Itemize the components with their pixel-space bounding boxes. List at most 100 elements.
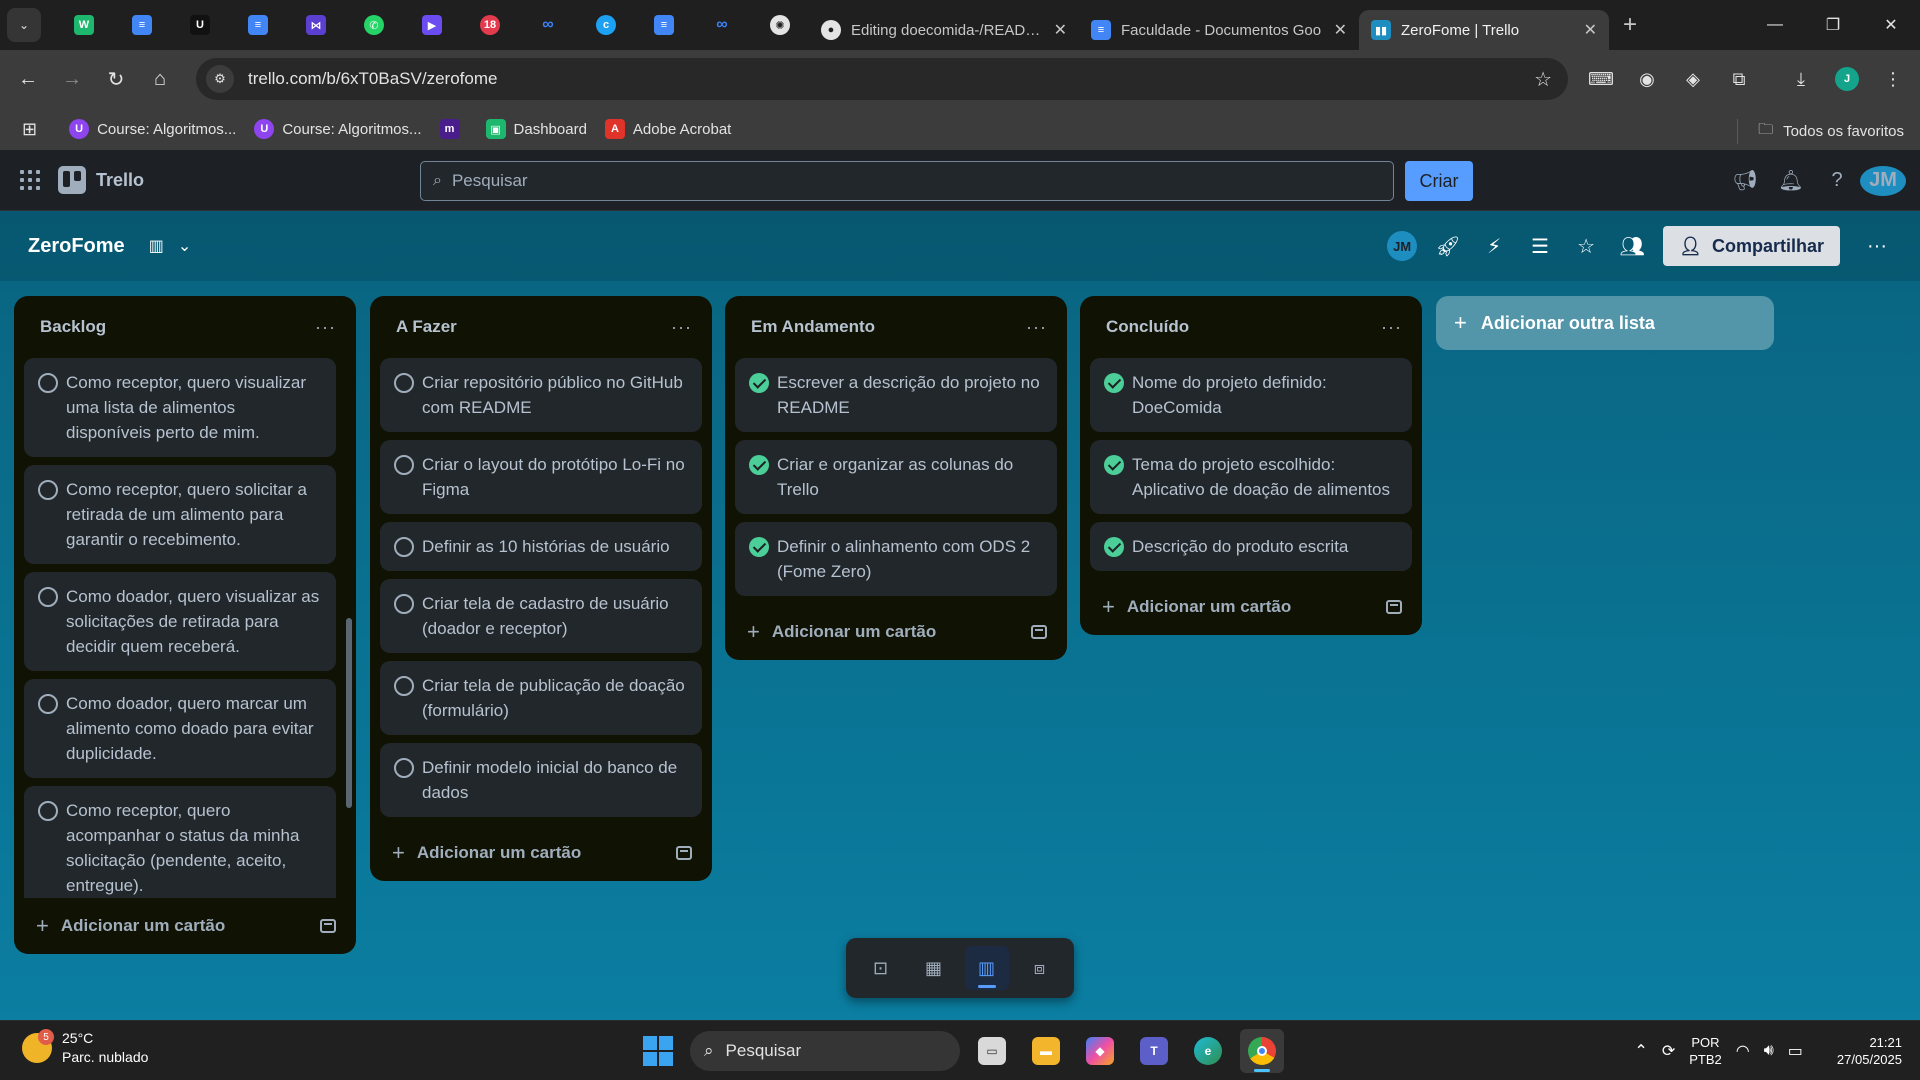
checkbox-icon[interactable] (394, 455, 414, 475)
card[interactable]: Como doador, quero marcar um alimento co… (24, 679, 336, 778)
automation-bolt-icon[interactable]: ⚡︎ (1471, 234, 1517, 259)
pinned-tab[interactable]: U (171, 7, 229, 43)
list-menu-icon[interactable]: ··· (315, 317, 336, 338)
checkbox-icon[interactable] (38, 480, 58, 500)
filter-icon[interactable]: ☰ (1517, 234, 1563, 259)
bookmark-item[interactable]: A Adobe Acrobat (604, 119, 731, 139)
tab-github-readme[interactable]: ● Editing doecomida-/README ✕ (809, 10, 1079, 50)
card-template-icon[interactable] (320, 919, 336, 933)
edge-button[interactable]: e (1186, 1029, 1230, 1073)
weather-widget[interactable]: 5 25°C Parc. nublado (22, 1029, 148, 1067)
visibility-icon[interactable]: 👥︎ (1609, 234, 1655, 259)
checkbox-icon[interactable] (38, 373, 58, 393)
task-view-button[interactable]: ▭ (970, 1029, 1014, 1073)
copilot-button[interactable]: ◆ (1078, 1029, 1122, 1073)
pinned-tab[interactable]: ⋈ (287, 7, 345, 43)
app-switcher-icon[interactable] (20, 170, 40, 190)
card-template-icon[interactable] (1386, 600, 1402, 614)
back-icon[interactable]: ← (6, 57, 50, 101)
list-menu-icon[interactable]: ··· (1026, 317, 1047, 338)
card[interactable]: Tema do projeto escolhido: Aplicativo de… (1090, 440, 1412, 514)
checkbox-icon[interactable] (38, 694, 58, 714)
new-tab-button[interactable]: + (1623, 11, 1637, 39)
add-card-button[interactable]: + Adicionar um cartão (392, 840, 581, 866)
checkbox-icon[interactable] (394, 373, 414, 393)
tab-search-button[interactable]: ⌄ (7, 8, 41, 42)
card[interactable]: Criar tela de publicação de doação (form… (380, 661, 702, 735)
card-template-icon[interactable] (676, 846, 692, 860)
chrome-button[interactable] (1240, 1029, 1284, 1073)
member-avatar[interactable]: JM (1379, 231, 1425, 261)
teams-button[interactable]: T (1132, 1029, 1176, 1073)
all-bookmarks-folder[interactable]: 🗀 Todos os favoritos (1737, 119, 1904, 144)
url-text[interactable]: trello.com/b/6xT0BaSV/zerofome (248, 69, 497, 89)
board-title[interactable]: ZeroFome (28, 235, 125, 258)
site-info-icon[interactable]: ⚙ (206, 65, 234, 93)
megaphone-icon[interactable]: 📢︎ (1722, 168, 1768, 193)
bookmark-item[interactable]: U Course: Algoritmos... (69, 119, 236, 139)
card[interactable]: Criar o layout do protótipo Lo-Fi no Fig… (380, 440, 702, 514)
calendar-view-icon[interactable]: ▦ (912, 946, 956, 990)
pinned-tab[interactable]: c (577, 7, 635, 43)
bookmark-item[interactable]: ▣ Dashboard (485, 119, 587, 139)
pinned-tab[interactable]: ✺ (751, 7, 809, 43)
pinned-tab[interactable]: ≡ (635, 7, 693, 43)
pinned-tab[interactable]: ∞ (693, 7, 751, 43)
download-icon[interactable]: ⤓ (1778, 69, 1824, 90)
card[interactable]: Descrição do produto escrita (1090, 522, 1412, 571)
notifications-bell-icon[interactable]: 🔔︎ (1768, 168, 1814, 193)
card[interactable]: Definir modelo inicial do banco de dados (380, 743, 702, 817)
pinned-tab[interactable]: ≡ (229, 7, 287, 43)
minimize-icon[interactable]: — (1746, 0, 1804, 50)
address-bar[interactable]: ⚙ trello.com/b/6xT0BaSV/zerofome ☆ (196, 58, 1568, 100)
board-view-switcher[interactable]: ▥ ⌄ (149, 236, 192, 256)
add-card-button[interactable]: + Adicionar um cartão (36, 913, 225, 939)
card-template-icon[interactable] (1031, 625, 1047, 639)
pinned-tab[interactable]: ✆ (345, 7, 403, 43)
inbox-view-icon[interactable]: ⊡ (859, 946, 903, 990)
card[interactable]: Criar repositório público no GitHub com … (380, 358, 702, 432)
add-list-button[interactable]: + Adicionar outra lista (1436, 296, 1774, 350)
check-complete-icon[interactable] (1104, 373, 1124, 393)
list-menu-icon[interactable]: ··· (1381, 317, 1402, 338)
list-cards-scroll[interactable]: Como receptor, quero visualizar uma list… (14, 358, 356, 898)
switch-boards-icon[interactable]: ⧈ (1018, 946, 1062, 990)
card[interactable]: Criar e organizar as colunas do Trello (735, 440, 1057, 514)
pinned-tab[interactable]: W (55, 7, 113, 43)
taskbar-search[interactable]: ⌕ Pesquisar (690, 1031, 960, 1071)
reload-icon[interactable]: ↻ (94, 57, 138, 101)
battery-icon[interactable]: ▭ (1788, 1041, 1803, 1061)
check-complete-icon[interactable] (749, 537, 769, 557)
card[interactable]: Como receptor, quero solicitar a retirad… (24, 465, 336, 564)
share-button[interactable]: 👤︎ Compartilhar (1663, 226, 1840, 266)
help-icon[interactable]: ? (1814, 169, 1860, 192)
list-scrollbar[interactable] (346, 358, 352, 898)
apps-grid-icon[interactable]: ⊞ (22, 119, 37, 140)
card[interactable]: Nome do projeto definido: DoeComida (1090, 358, 1412, 432)
check-complete-icon[interactable] (1104, 537, 1124, 557)
create-button[interactable]: Criar (1405, 161, 1473, 201)
checkbox-icon[interactable] (38, 801, 58, 821)
code-extension-icon[interactable]: ⌨ (1578, 69, 1624, 90)
sync-icon[interactable]: ⟳ (1662, 1041, 1675, 1061)
extension-icon[interactable]: ◉ (1624, 69, 1670, 90)
check-complete-icon[interactable] (749, 455, 769, 475)
power-ups-rocket-icon[interactable]: 🚀︎ (1425, 234, 1471, 259)
file-explorer-button[interactable]: ▬ (1024, 1029, 1068, 1073)
trello-logo[interactable]: Trello (58, 166, 144, 194)
volume-icon[interactable]: 🔊︎ (1764, 1042, 1774, 1060)
checkbox-icon[interactable] (394, 537, 414, 557)
list-title[interactable]: Backlog (40, 317, 106, 337)
card[interactable]: Como doador, quero visualizar as solicit… (24, 572, 336, 671)
bookmark-item[interactable]: m (439, 119, 468, 139)
scrollbar-thumb[interactable] (346, 618, 352, 808)
checkbox-icon[interactable] (394, 758, 414, 778)
list-menu-icon[interactable]: ··· (671, 317, 692, 338)
check-complete-icon[interactable] (749, 373, 769, 393)
checkbox-icon[interactable] (38, 587, 58, 607)
card[interactable]: Criar tela de cadastro de usuário (doado… (380, 579, 702, 653)
close-icon[interactable]: ✕ (1334, 20, 1347, 40)
add-card-button[interactable]: + Adicionar um cartão (1102, 594, 1291, 620)
pinned-tab[interactable]: ∞ (519, 7, 577, 43)
pinned-tab[interactable]: ▶ (403, 7, 461, 43)
